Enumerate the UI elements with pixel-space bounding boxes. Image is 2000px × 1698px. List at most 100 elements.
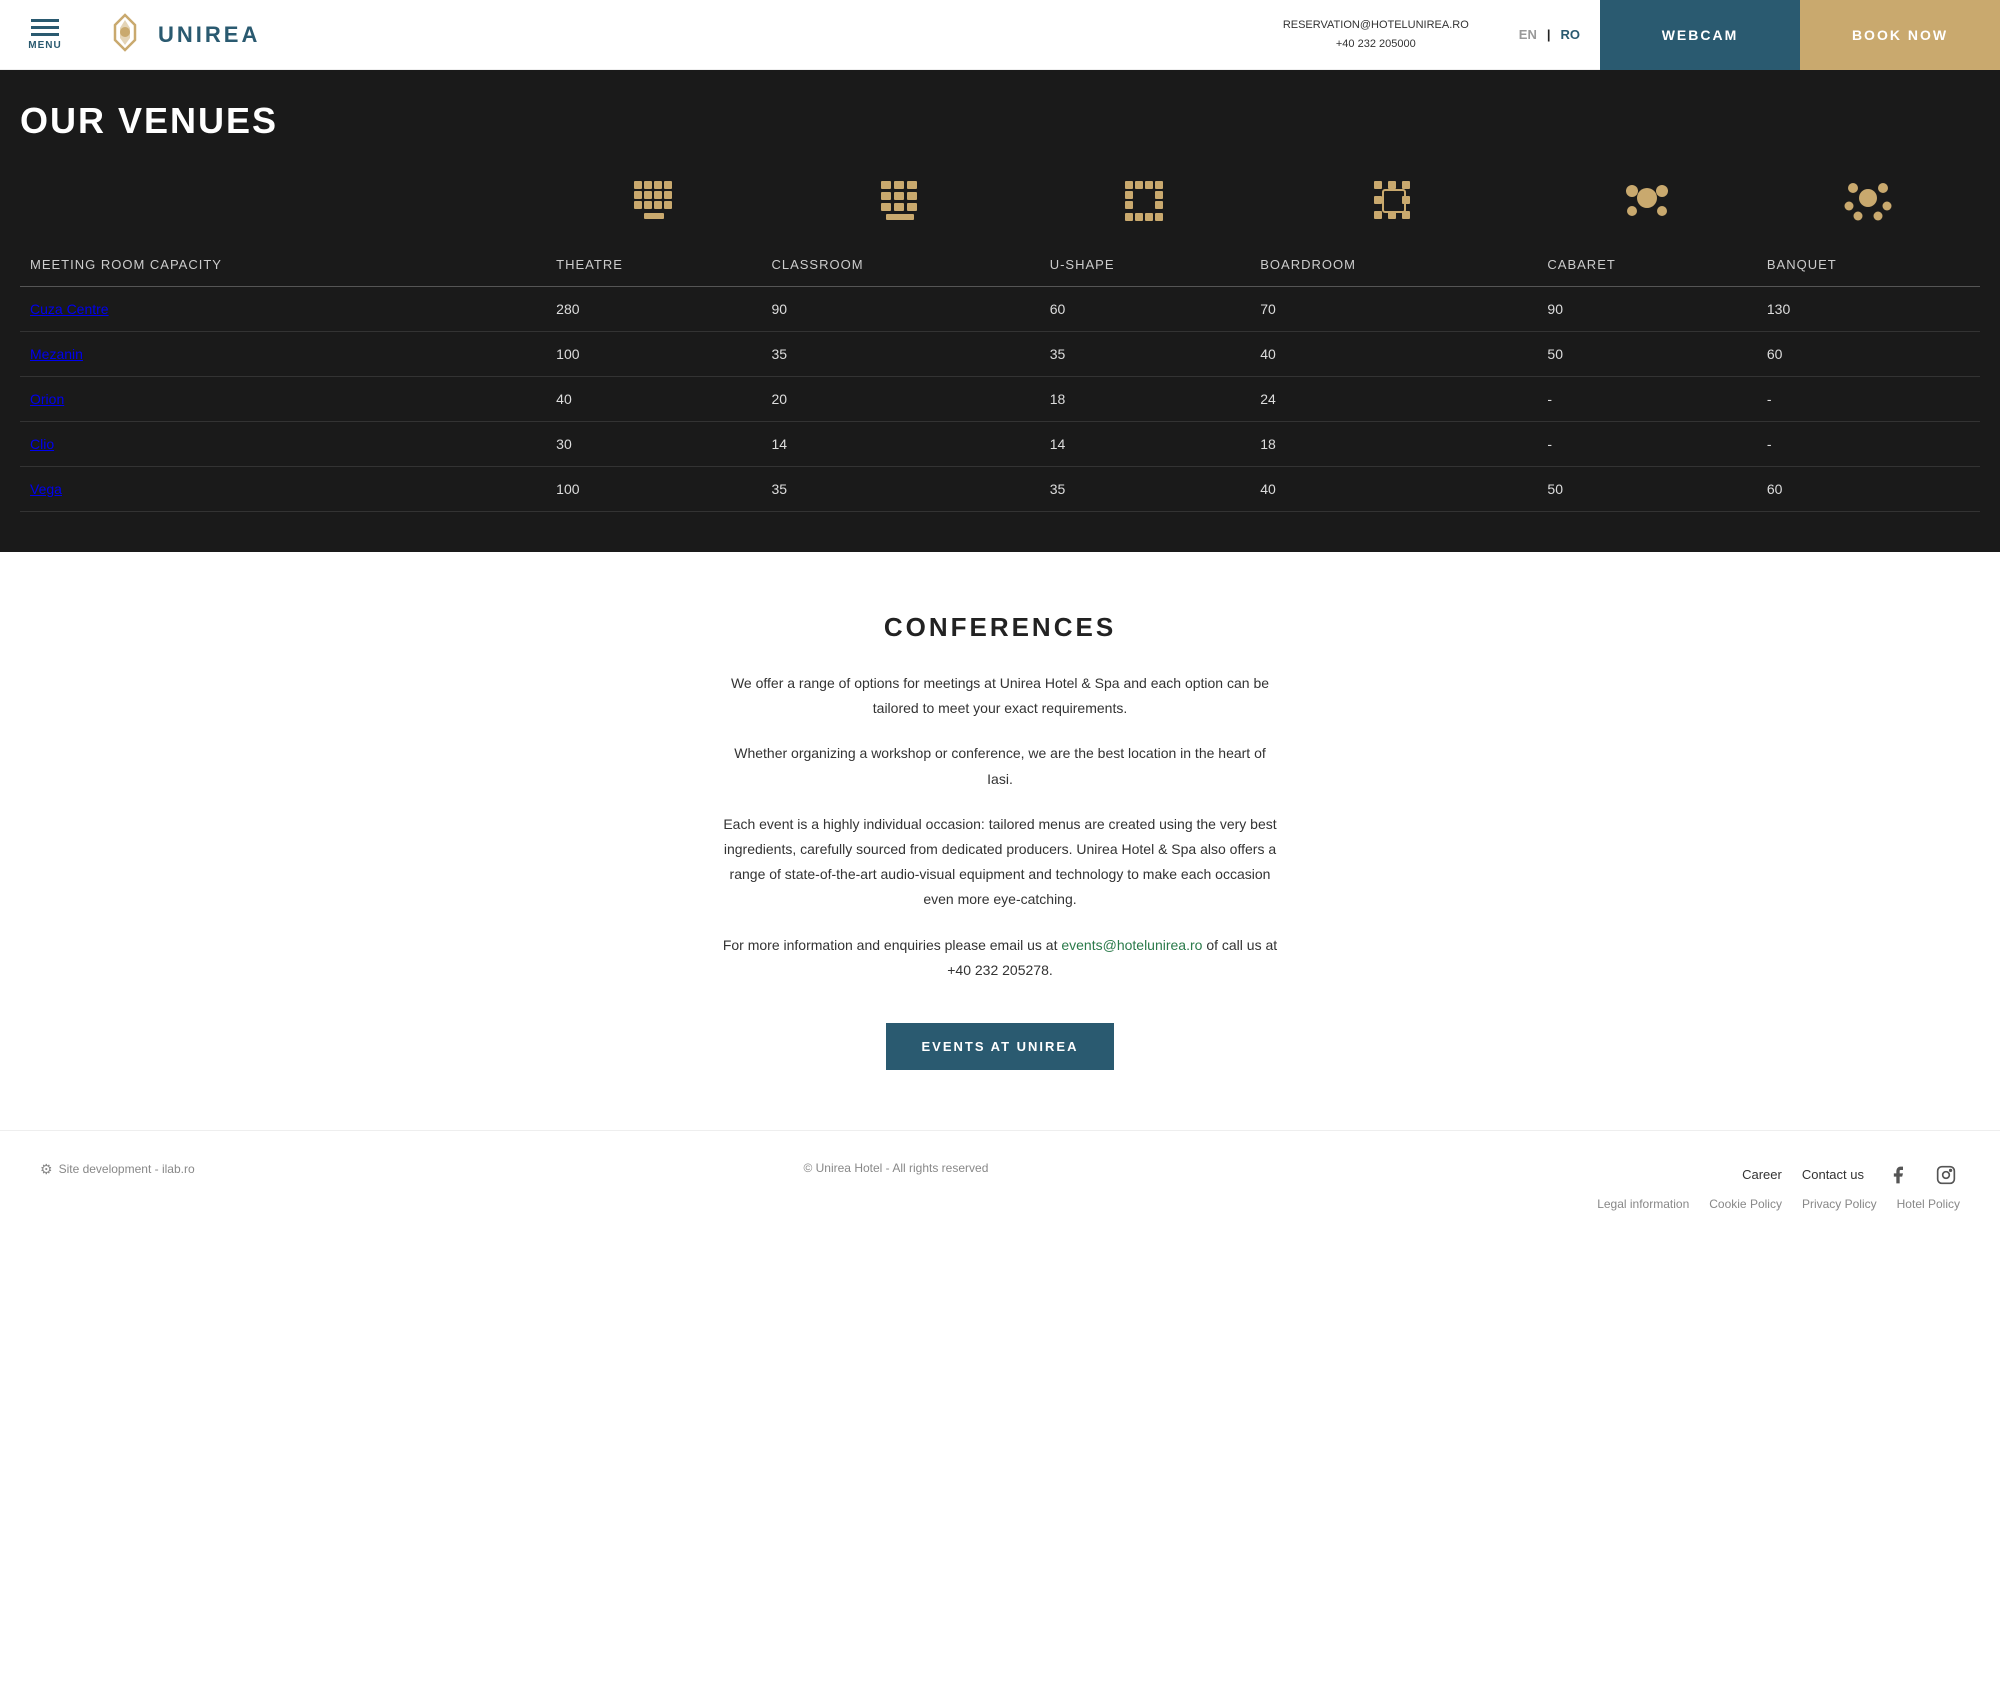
table-row: Cuza Centre28090607090130	[20, 287, 1980, 332]
lang-en-button[interactable]: EN	[1519, 27, 1537, 42]
header: MENU UNIREA RESERVATION@HOTELUNIREA.RO +…	[0, 0, 2000, 70]
venue-value-cell: -	[1757, 377, 1980, 422]
ushape-column-header: U-SHAPE	[1040, 243, 1251, 287]
legal-information-link[interactable]: Legal information	[1597, 1197, 1689, 1211]
ushape-icon-cell	[1040, 162, 1251, 243]
gear-icon: ⚙	[40, 1161, 53, 1178]
conferences-paragraph-4: For more information and enquiries pleas…	[720, 933, 1280, 983]
theatre-column-header: THEATRE	[546, 243, 761, 287]
cookie-policy-link[interactable]: Cookie Policy	[1709, 1197, 1782, 1211]
ushape-icon	[1120, 176, 1170, 226]
venue-name-cell: Vega	[20, 467, 546, 512]
venue-name-link[interactable]: Mezanin	[30, 346, 83, 362]
book-now-button[interactable]: BOOK NOW	[1800, 0, 2000, 70]
footer-right: Career Contact us Legal information Cook…	[1597, 1161, 1960, 1211]
capacity-column-header	[20, 162, 546, 243]
venue-value-cell: 280	[546, 287, 761, 332]
venue-value-cell: 50	[1537, 332, 1756, 377]
contact-us-link[interactable]: Contact us	[1802, 1167, 1864, 1182]
theatre-icon-cell	[546, 162, 761, 243]
menu-label: MENU	[28, 40, 61, 51]
footer-top-links: Career Contact us	[1742, 1161, 1960, 1189]
conferences-p4-before: For more information and enquiries pleas…	[723, 937, 1062, 953]
logo-area: UNIREA	[90, 10, 1253, 60]
venue-value-cell: 35	[1040, 332, 1251, 377]
classroom-icon	[876, 176, 926, 226]
venue-value-cell: -	[1537, 377, 1756, 422]
venue-name-cell: Cuza Centre	[20, 287, 546, 332]
venue-value-cell: 40	[1250, 467, 1537, 512]
conferences-paragraph-3: Each event is a highly individual occasi…	[720, 812, 1280, 913]
cabaret-column-header: CABARET	[1537, 243, 1756, 287]
footer-copyright: © Unirea Hotel - All rights reserved	[803, 1161, 988, 1175]
banquet-column-header: BANQUET	[1757, 243, 1980, 287]
venue-value-cell: 130	[1757, 287, 1980, 332]
table-row: Vega1003535405060	[20, 467, 1980, 512]
lang-separator: |	[1547, 27, 1551, 42]
venue-value-cell: 35	[761, 467, 1039, 512]
venue-value-cell: 30	[546, 422, 761, 467]
header-phone: +40 232 205000	[1283, 35, 1469, 54]
venue-value-cell: 70	[1250, 287, 1537, 332]
venue-value-cell: -	[1757, 422, 1980, 467]
venue-name-link[interactable]: Orion	[30, 391, 64, 407]
theatre-icon	[629, 176, 679, 226]
header-email: RESERVATION@HOTELUNIREA.RO	[1283, 16, 1469, 35]
site-dev-text: Site development - ilab.ro	[59, 1162, 195, 1176]
banquet-icon	[1843, 176, 1893, 226]
conferences-paragraph-1: We offer a range of options for meetings…	[720, 671, 1280, 721]
banquet-icon-cell	[1757, 162, 1980, 243]
classroom-icon-cell	[761, 162, 1039, 243]
boardroom-icon-cell	[1250, 162, 1537, 243]
logo-icon	[100, 10, 150, 60]
venue-value-cell: 14	[761, 422, 1039, 467]
menu-button[interactable]: MENU	[0, 0, 90, 70]
venue-name-cell: Mezanin	[20, 332, 546, 377]
venue-value-cell: 20	[761, 377, 1039, 422]
venue-name-cell: Orion	[20, 377, 546, 422]
facebook-icon[interactable]	[1884, 1161, 1912, 1189]
venue-value-cell: 90	[761, 287, 1039, 332]
header-contact: RESERVATION@HOTELUNIREA.RO +40 232 20500…	[1253, 16, 1499, 53]
venue-name-cell: Clio	[20, 422, 546, 467]
webcam-button[interactable]: WEBCAM	[1600, 0, 1800, 70]
venue-value-cell: 18	[1040, 377, 1251, 422]
logo-text: UNIREA	[158, 22, 260, 48]
events-button[interactable]: EVENTS AT UNIREA	[886, 1023, 1115, 1070]
career-link[interactable]: Career	[1742, 1167, 1782, 1182]
venue-value-cell: 40	[546, 377, 761, 422]
conferences-email-link[interactable]: events@hotelunirea.ro	[1061, 937, 1202, 953]
venue-value-cell: 40	[1250, 332, 1537, 377]
language-switcher: EN | RO	[1499, 27, 1600, 42]
venue-name-link[interactable]: Vega	[30, 481, 62, 497]
table-row: Clio30141418--	[20, 422, 1980, 467]
venues-title: OUR VENUES	[20, 100, 1980, 142]
footer-bottom-links: Legal information Cookie Policy Privacy …	[1597, 1197, 1960, 1211]
boardroom-icon	[1369, 176, 1419, 226]
boardroom-column-header: BOARDROOM	[1250, 243, 1537, 287]
footer: ⚙ Site development - ilab.ro © Unirea Ho…	[0, 1130, 2000, 1231]
instagram-icon[interactable]	[1932, 1161, 1960, 1189]
classroom-column-header: CLASSROOM	[761, 243, 1039, 287]
venues-table: MEETING ROOM CAPACITY THEATRE CLASSROOM …	[20, 162, 1980, 512]
privacy-policy-link[interactable]: Privacy Policy	[1802, 1197, 1877, 1211]
conferences-paragraph-2: Whether organizing a workshop or confere…	[720, 741, 1280, 791]
table-row: Orion40201824--	[20, 377, 1980, 422]
cabaret-icon	[1622, 176, 1672, 226]
venue-value-cell: 100	[546, 332, 761, 377]
hamburger-line-2	[31, 26, 59, 29]
venue-name-link[interactable]: Cuza Centre	[30, 301, 109, 317]
venue-value-cell: 60	[1757, 467, 1980, 512]
venue-value-cell: 100	[546, 467, 761, 512]
venue-value-cell: 14	[1040, 422, 1251, 467]
lang-ro-button[interactable]: RO	[1561, 27, 1581, 42]
venue-name-link[interactable]: Clio	[30, 436, 54, 452]
venue-value-cell: 24	[1250, 377, 1537, 422]
table-row: Mezanin1003535405060	[20, 332, 1980, 377]
hotel-policy-link[interactable]: Hotel Policy	[1897, 1197, 1960, 1211]
venue-value-cell: 90	[1537, 287, 1756, 332]
venue-value-cell: 35	[761, 332, 1039, 377]
meeting-room-capacity-header: MEETING ROOM CAPACITY	[20, 243, 546, 287]
venue-value-cell: 60	[1040, 287, 1251, 332]
venue-value-cell: -	[1537, 422, 1756, 467]
